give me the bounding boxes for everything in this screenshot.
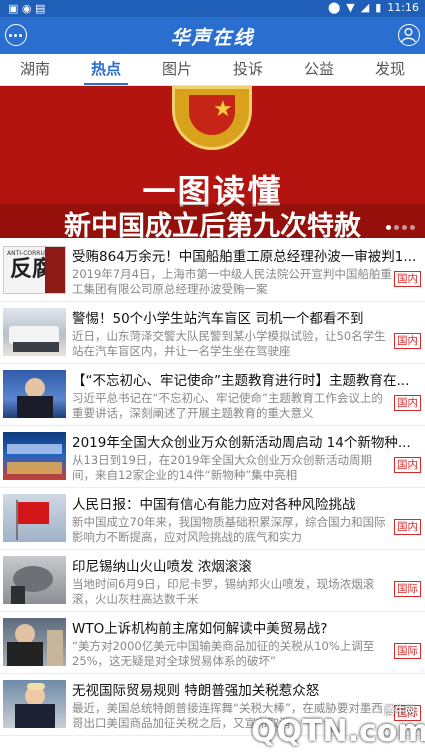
news-tag: 国际	[394, 581, 421, 597]
news-tag: 国内	[394, 457, 421, 473]
news-item[interactable]: 印尼锡纳山火山喷发 浓烟滚滚 当地时间6月9日，印尼卡罗，锡纳邦火山喷发，现场浓…	[0, 550, 425, 612]
news-tag: 国内	[394, 395, 421, 411]
wifi-icon: ▼	[346, 1, 355, 14]
news-thumbnail	[3, 308, 66, 356]
news-title: 印尼锡纳山火山喷发 浓烟滚滚	[72, 559, 252, 575]
news-summary: 习近平总书记在“不忘初心、牢记使命”主题教育工作会议上的重要讲话，深刻阐述了开展…	[72, 391, 383, 420]
watermark-text: QQTN.com	[251, 714, 425, 749]
status-time: 11:16	[387, 1, 419, 14]
news-title: 无视国际贸易规则 特朗普强加关税惹众怒	[72, 683, 320, 699]
news-title: 【“不忘初心、牢记使命”主题教育进行时】主题教育在...	[72, 373, 410, 389]
tab-complaints[interactable]: 投诉	[218, 54, 278, 85]
tab-pictures[interactable]: 图片	[147, 54, 207, 85]
browser-icon: ▣	[8, 2, 19, 15]
image-icon: ▤	[35, 2, 46, 15]
news-item[interactable]: 【“不忘初心、牢记使命”主题教育进行时】主题教育在... 习近平总书记在“不忘初…	[0, 364, 425, 426]
news-item[interactable]: 警惕！50个小学生站汽车盲区 司机一个都看不到 近日，山东菏泽交警大队民警到某小…	[0, 302, 425, 364]
news-tag: 国际	[394, 643, 421, 659]
status-right-icons: ⬤ ▼ ◢ ▮ 11:16	[328, 1, 419, 14]
tab-public-welfare[interactable]: 公益	[289, 54, 349, 85]
app-logo-title: 华声在线	[170, 27, 255, 49]
news-tag: 国内	[394, 333, 421, 349]
carousel-dot	[386, 225, 391, 230]
status-left-icons: ▣ ◉ ▤	[8, 2, 45, 15]
tab-discover[interactable]: 发现	[360, 54, 420, 85]
app-bar: 华声在线	[0, 17, 425, 54]
battery-icon: ▮	[375, 1, 382, 14]
watermark-small-text: 腾牛网	[385, 706, 415, 717]
news-title: 人民日报：中国有信心有能力应对各种风险挑战	[72, 497, 356, 513]
news-thumbnail	[3, 618, 66, 666]
news-item[interactable]: WTO上诉机构前主席如何解读中美贸易战? “美方对2000亿美元中国输美商品加征…	[0, 612, 425, 674]
tab-hunan[interactable]: 湖南	[5, 54, 65, 85]
news-summary: 当地时间6月9日，印尼卡罗，锡纳邦火山喷发，现场浓烟滚滚，火山灰柱高达数千米	[72, 577, 375, 606]
news-summary: 近日，山东菏泽交警大队民警到某小学模拟试验，让50名学生站在汽车盲区内，并让一名…	[72, 329, 386, 358]
location-icon: ⬤	[327, 1, 341, 14]
news-title: WTO上诉机构前主席如何解读中美贸易战?	[72, 621, 328, 637]
news-tag: 国内	[394, 519, 421, 535]
news-thumbnail	[3, 432, 66, 480]
news-summary: 从13日到19日，在2019年全国大众创业万众创新活动周期间，来自12家企业的1…	[72, 453, 373, 482]
news-tag: 国内	[394, 271, 421, 287]
news-summary: 新中国成立70年来，我国物质基础积累深厚，综合国力和国际影响力不断提高，应对风险…	[72, 515, 386, 544]
news-item[interactable]: 2019年全国大众创业万众创新活动周启动 14个新物种... 从13日到19日，…	[0, 426, 425, 488]
user-icon	[401, 28, 416, 43]
user-profile-button[interactable]	[398, 24, 420, 46]
news-thumbnail	[3, 494, 66, 542]
category-tabs: 湖南 热点 图片 投诉 公益 发现	[0, 54, 425, 86]
national-emblem-icon: ★	[172, 86, 252, 150]
news-thumbnail: ANTI-CORRUPTION 反腐	[3, 246, 66, 294]
banner-carousel[interactable]: ★ 一图读懂 新中国成立后第九次特赦	[0, 86, 425, 238]
carousel-dot	[410, 225, 415, 230]
news-thumbnail	[3, 680, 66, 728]
carousel-dot	[402, 225, 407, 230]
news-summary: 2019年7月4日，上海市第一中级人民法院公开宣判中国船舶重工集团有限公司原总经…	[72, 267, 392, 296]
news-title: 2019年全国大众创业万众创新活动周启动 14个新物种...	[72, 435, 411, 451]
carousel-indicator	[386, 225, 415, 230]
status-bar: ▣ ◉ ▤ ⬤ ▼ ◢ ▮ 11:16	[0, 0, 425, 17]
site-watermark: 腾牛网 QQTN.com	[251, 706, 425, 754]
news-thumbnail	[3, 556, 66, 604]
news-title: 受贿864万余元！中国船舶重工原总经理孙波一审被判1...	[72, 249, 417, 265]
banner-subtitle: 新中国成立后第九次特赦	[0, 204, 425, 238]
carousel-dot	[394, 225, 399, 230]
news-thumbnail	[3, 370, 66, 418]
signal-icon: ◢	[360, 1, 370, 14]
news-summary: “美方对2000亿美元中国输美商品加征的关税从10%上调至25%，这无疑是对全球…	[72, 639, 375, 668]
news-title: 警惕！50个小学生站汽车盲区 司机一个都看不到	[72, 311, 364, 327]
news-item[interactable]: ANTI-CORRUPTION 反腐 受贿864万余元！中国船舶重工原总经理孙波…	[0, 240, 425, 302]
circle-icon: ◉	[21, 2, 32, 15]
news-item[interactable]: 人民日报：中国有信心有能力应对各种风险挑战 新中国成立70年来，我国物质基础积累…	[0, 488, 425, 550]
tab-hot[interactable]: 热点	[76, 54, 136, 85]
